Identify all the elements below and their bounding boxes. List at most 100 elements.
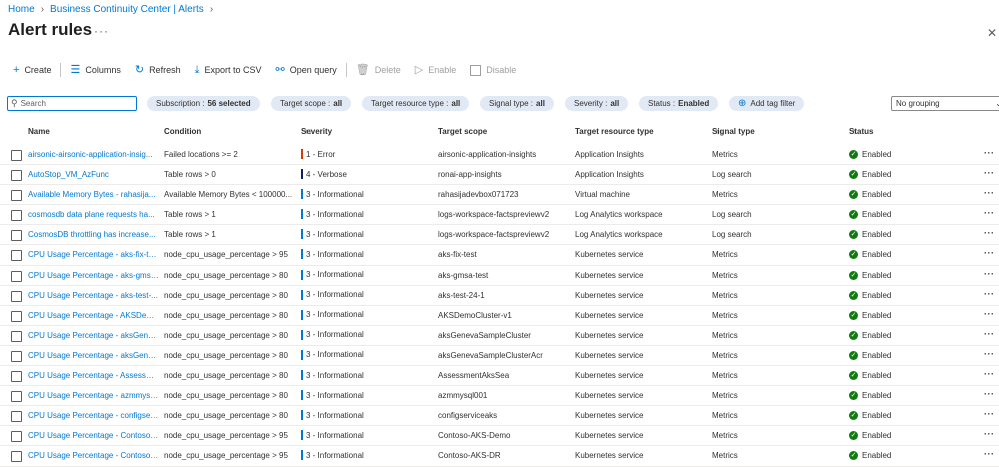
rule-name-link[interactable]: CPU Usage Percentage - configser... xyxy=(28,411,159,420)
rule-name-link[interactable]: CPU Usage Percentage - aksGenev... xyxy=(28,351,159,360)
rule-name-link[interactable]: cosmosdb data plane requests ha... xyxy=(28,210,159,219)
filter-target-scope-label: Target scope : xyxy=(280,99,331,108)
row-checkbox[interactable] xyxy=(11,190,22,202)
rule-name-link[interactable]: CPU Usage Percentage - Contoso-... xyxy=(28,431,159,440)
filter-status[interactable]: Status : Enabled xyxy=(639,96,719,111)
rule-name-link[interactable]: Available Memory Bytes - rahasija... xyxy=(28,190,159,199)
table-row[interactable]: AutoStop_VM_AzFunc Table rows > 0 4 - Verb… xyxy=(0,165,999,186)
rule-name-link[interactable]: CPU Usage Percentage - Contoso-... xyxy=(28,451,159,460)
row-checkbox[interactable] xyxy=(11,451,22,463)
row-checkbox[interactable] xyxy=(11,310,22,322)
filter-severity[interactable]: Severity : all xyxy=(565,96,629,111)
table-row[interactable]: CPU Usage Percentage - aks-test-... node_… xyxy=(0,286,999,306)
row-more-actions-icon[interactable]: ··· xyxy=(984,188,995,198)
column-header-target-resource-type[interactable]: Target resource type xyxy=(575,127,654,136)
export-csv-button[interactable]: ⤓ Export to CSV xyxy=(188,62,269,78)
row-checkbox[interactable] xyxy=(11,230,22,242)
rule-name-link[interactable]: CosmosDB throttling has increase... xyxy=(28,230,159,239)
row-more-actions-icon[interactable]: ··· xyxy=(984,148,995,158)
row-more-actions-icon[interactable]: ··· xyxy=(984,208,995,218)
table-row[interactable]: CPU Usage Percentage - aks-fix-test node_… xyxy=(0,245,999,266)
table-row[interactable]: Available Memory Bytes - rahasija... Avai… xyxy=(0,185,999,206)
export-label: Export to CSV xyxy=(204,65,262,75)
create-button[interactable]: + Create xyxy=(6,62,58,78)
filter-target-resource-type[interactable]: Target resource type : all xyxy=(362,96,470,111)
rule-name-link[interactable]: CPU Usage Percentage - azmmysq... xyxy=(28,391,159,400)
rule-name-link[interactable]: CPU Usage Percentage - aks-fix-test xyxy=(28,250,159,259)
row-more-actions-icon[interactable]: ··· xyxy=(984,168,995,178)
table-row[interactable]: CPU Usage Percentage - Contoso-... node_c… xyxy=(0,426,999,447)
row-checkbox[interactable] xyxy=(11,170,22,182)
row-checkbox[interactable] xyxy=(11,210,22,222)
row-checkbox[interactable] xyxy=(11,411,22,423)
column-header-target-scope[interactable]: Target scope xyxy=(438,127,487,136)
table-row[interactable]: CPU Usage Percentage - aksGenev... node_c… xyxy=(0,326,999,346)
row-checkbox[interactable] xyxy=(11,371,22,383)
row-checkbox[interactable] xyxy=(11,391,22,403)
close-icon[interactable]: ✕ xyxy=(987,26,997,40)
row-checkbox[interactable] xyxy=(11,330,22,342)
column-header-condition[interactable]: Condition xyxy=(164,127,201,136)
sort-icon[interactable]: ↑↓ xyxy=(852,127,860,136)
table-row[interactable]: CPU Usage Percentage - azmmysq... node_cp… xyxy=(0,386,999,407)
table-row[interactable]: airsonic-airsonic-application-insig... Fa… xyxy=(0,145,999,166)
row-checkbox[interactable] xyxy=(11,350,22,362)
row-more-actions-icon[interactable]: ··· xyxy=(984,429,995,439)
rule-name-link[interactable]: AutoStop_VM_AzFunc xyxy=(28,170,159,179)
sort-icon[interactable]: ↑↓ xyxy=(304,127,312,136)
add-tag-filter-button[interactable]: ⊕ Add tag filter xyxy=(729,96,805,111)
open-query-button[interactable]: ⚯ Open query xyxy=(268,62,343,78)
row-more-actions-icon[interactable]: ··· xyxy=(984,289,995,299)
rule-name-link[interactable]: CPU Usage Percentage - Assessme... xyxy=(28,371,159,380)
row-more-actions-icon[interactable]: ··· xyxy=(984,409,995,419)
table-row[interactable]: CPU Usage Percentage - AKSDem... node_cpu… xyxy=(0,306,999,326)
grouping-dropdown[interactable]: No grouping ⌄ xyxy=(891,96,999,111)
table-row[interactable]: CPU Usage Percentage - Assessme... node_c… xyxy=(0,366,999,387)
row-checkbox[interactable] xyxy=(11,431,22,443)
row-checkbox[interactable] xyxy=(11,250,22,262)
row-more-actions-icon[interactable]: ··· xyxy=(984,309,995,319)
status-label: Enabled xyxy=(862,190,892,200)
row-more-actions-icon[interactable]: ··· xyxy=(984,269,995,279)
search-icon: ⚲ xyxy=(11,98,18,108)
row-more-actions-icon[interactable]: ··· xyxy=(984,389,995,399)
more-options-icon[interactable]: ··· xyxy=(94,24,109,38)
sort-icon[interactable]: ↑↓ xyxy=(31,127,39,136)
rule-signal-type: Metrics xyxy=(712,310,738,320)
row-more-actions-icon[interactable]: ··· xyxy=(984,329,995,339)
alert-rules-table: airsonic-airsonic-application-insig... Fa… xyxy=(0,145,999,467)
table-row[interactable]: CPU Usage Percentage - configser... node_… xyxy=(0,406,999,427)
table-row[interactable]: CPU Usage Percentage - aks-gmsa... node_c… xyxy=(0,266,999,286)
filter-target-scope[interactable]: Target scope : all xyxy=(271,96,352,111)
rule-name-link[interactable]: CPU Usage Percentage - AKSDem... xyxy=(28,311,159,320)
rule-name-link[interactable]: CPU Usage Percentage - aksGenev... xyxy=(28,331,159,340)
rule-signal-type: Metrics xyxy=(712,290,738,300)
filter-signal-type[interactable]: Signal type : all xyxy=(480,96,554,111)
row-checkbox[interactable] xyxy=(11,270,22,282)
row-more-actions-icon[interactable]: ··· xyxy=(984,248,995,258)
table-row[interactable]: cosmosdb data plane requests ha... Table … xyxy=(0,205,999,226)
rule-name-link[interactable]: airsonic-airsonic-application-insig... xyxy=(28,150,159,159)
table-row[interactable]: CosmosDB throttling has increase... Table… xyxy=(0,225,999,246)
delete-button[interactable]: 🗑 Delete xyxy=(349,62,408,78)
row-checkbox[interactable] xyxy=(11,150,22,161)
row-more-actions-icon[interactable]: ··· xyxy=(984,228,995,238)
sort-icon[interactable]: ↑↓ xyxy=(715,127,723,136)
row-more-actions-icon[interactable]: ··· xyxy=(984,449,995,459)
refresh-button[interactable]: ↻ Refresh xyxy=(128,62,188,78)
columns-button[interactable]: ☰ Columns xyxy=(63,62,127,78)
row-checkbox[interactable] xyxy=(11,290,22,302)
table-row[interactable]: CPU Usage Percentage - aksGenev... node_c… xyxy=(0,346,999,367)
table-row[interactable]: CPU Usage Percentage - Contoso-... node_c… xyxy=(0,446,999,467)
breadcrumb-home-link[interactable]: Home xyxy=(8,4,35,15)
breadcrumb-section-link[interactable]: Business Continuity Center | Alerts xyxy=(50,4,204,15)
rule-name-link[interactable]: CPU Usage Percentage - aks-test-... xyxy=(28,291,159,300)
filter-subscription[interactable]: Subscription :56 selected xyxy=(147,96,260,111)
disable-button[interactable]: Disable xyxy=(463,62,523,78)
row-more-actions-icon[interactable]: ··· xyxy=(984,369,995,379)
enable-button[interactable]: ▷ Enable xyxy=(408,62,464,78)
rule-name-link[interactable]: CPU Usage Percentage - aks-gmsa... xyxy=(28,271,159,280)
search-input[interactable]: ⚲ Search xyxy=(7,96,137,111)
row-more-actions-icon[interactable]: ··· xyxy=(984,349,995,359)
status-label: Enabled xyxy=(862,250,892,260)
